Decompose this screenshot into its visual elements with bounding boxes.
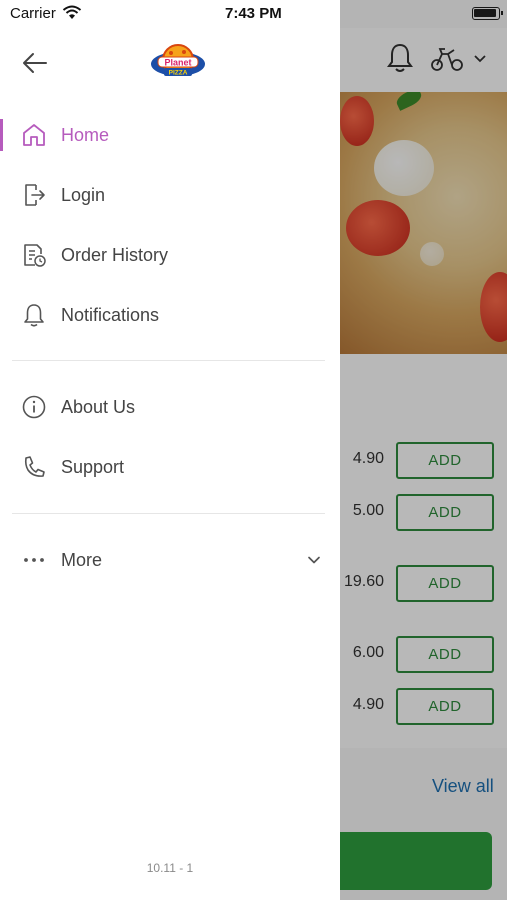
menu-item-about-us[interactable]: About Us [0, 382, 340, 432]
carrier-label: Carrier [10, 5, 56, 22]
menu-item-label: Login [61, 184, 106, 205]
chevron-down-icon[interactable] [306, 554, 322, 566]
menu-item-label: More [61, 549, 103, 570]
logo-text-planet: Planet [164, 58, 191, 68]
menu-item-label: About Us [61, 396, 136, 417]
menu-item-support[interactable]: Support [0, 442, 340, 492]
home-icon [23, 124, 45, 146]
menu-item-label: Home [61, 124, 110, 145]
menu-item-home[interactable]: Home [0, 110, 340, 160]
login-icon [25, 184, 45, 206]
app-version: 10.11 - 1 [146, 861, 194, 875]
menu-item-more[interactable]: More [0, 535, 340, 585]
menu-item-notifications[interactable]: Notifications [0, 290, 340, 340]
menu-item-order-history[interactable]: Order History [0, 230, 340, 280]
logo-text-pizza: PIZZA [169, 70, 188, 77]
menu-item-label: Notifications [61, 304, 160, 325]
bell-icon [24, 304, 44, 327]
menu-item-label: Order History [61, 244, 169, 265]
more-dots-icon [24, 558, 44, 562]
navigation-drawer: Carrier 7:43 PM Planet PIZZA Home Login … [0, 0, 340, 900]
back-arrow-icon[interactable] [22, 50, 48, 76]
clock: 7:43 PM [225, 5, 282, 22]
wifi-icon [62, 5, 82, 19]
info-icon [22, 395, 46, 419]
status-bar: Carrier 7:43 PM [0, 0, 340, 28]
menu-item-login[interactable]: Login [0, 170, 340, 220]
divider [12, 513, 325, 514]
planet-pizza-logo: Planet PIZZA [151, 44, 205, 77]
divider [12, 360, 325, 361]
menu-item-label: Support [61, 456, 125, 477]
order-history-icon [24, 244, 46, 267]
phone-icon [24, 456, 45, 477]
